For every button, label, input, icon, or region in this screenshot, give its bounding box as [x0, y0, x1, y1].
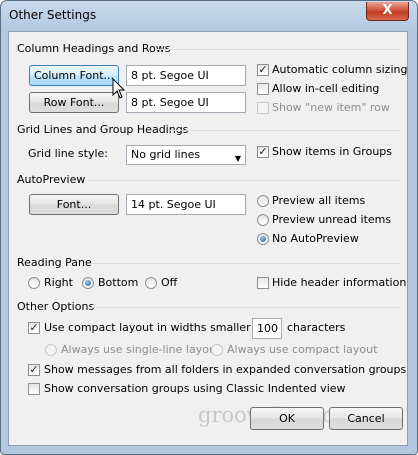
row-font-button[interactable]: Row Font... — [29, 92, 119, 113]
reading-pane-bottom-label: Bottom — [98, 276, 139, 289]
mouse-cursor-icon — [112, 78, 126, 99]
group-autopreview-label: AutoPreview — [17, 173, 86, 186]
group-other-options-label: Other Options — [17, 300, 95, 313]
row-font-field: 8 pt. Segoe UI — [126, 92, 246, 113]
no-autopreview-radio[interactable] — [257, 233, 269, 245]
autopreview-font-button[interactable]: Font... — [29, 194, 119, 215]
cancel-button[interactable]: Cancel — [329, 407, 403, 430]
ok-button[interactable]: OK — [250, 407, 324, 430]
auto-column-sizing-label: Automatic column sizing — [272, 63, 408, 76]
compact-layout-label: Use compact layout in widths smaller tha… — [44, 321, 280, 334]
group-reading-pane-label: Reading Pane — [17, 256, 92, 269]
compact-width-field[interactable]: 100 — [252, 318, 282, 339]
always-compact-radio — [211, 344, 223, 356]
always-single-line-label: Always use single-line layout — [61, 343, 221, 356]
group-grid-lines-label: Grid Lines and Group Headings — [17, 123, 189, 136]
preview-unread-label: Preview unread items — [272, 213, 392, 226]
reading-pane-off-label: Off — [161, 276, 178, 289]
reading-pane-off-radio[interactable] — [145, 277, 157, 289]
close-button[interactable]: X — [366, 2, 409, 21]
group-divider — [88, 180, 400, 181]
title-bar: Other Settings X — [1, 1, 415, 31]
show-new-item-row-checkbox — [257, 102, 269, 114]
grid-line-style-select[interactable]: No grid lines ▼ — [126, 145, 246, 165]
grid-line-style-value: No grid lines — [131, 148, 201, 161]
group-column-headings-label: Column Headings and Rows — [17, 42, 171, 55]
reading-pane-right-radio[interactable] — [28, 277, 40, 289]
always-single-line-radio — [45, 344, 57, 356]
reading-pane-bottom-radio[interactable] — [82, 277, 94, 289]
autopreview-font-field: 14 pt. Segoe UI — [126, 194, 246, 215]
column-font-button[interactable]: Column Font... — [29, 65, 119, 86]
preview-all-radio[interactable] — [257, 195, 269, 207]
group-divider — [155, 49, 400, 50]
grid-line-style-label: Grid line style: — [28, 147, 109, 160]
group-divider — [90, 307, 400, 308]
show-items-in-groups-checkbox[interactable]: ✓ — [257, 146, 269, 158]
classic-indented-label: Show conversation groups using Classic I… — [44, 382, 346, 395]
show-all-folders-label: Show messages from all folders in expand… — [44, 363, 407, 376]
dialog-title: Other Settings — [9, 8, 97, 22]
hide-header-checkbox[interactable] — [257, 277, 269, 289]
chevron-down-icon: ▼ — [234, 154, 241, 163]
classic-indented-checkbox[interactable] — [28, 383, 40, 395]
allow-in-cell-editing-checkbox[interactable] — [257, 83, 269, 95]
preview-unread-radio[interactable] — [257, 214, 269, 226]
compact-layout-checkbox[interactable]: ✓ — [28, 322, 40, 334]
auto-column-sizing-checkbox[interactable]: ✓ — [257, 64, 269, 76]
group-divider — [92, 263, 400, 264]
preview-all-label: Preview all items — [272, 194, 366, 207]
compact-layout-suffix: characters — [287, 321, 346, 334]
group-divider — [170, 130, 400, 131]
show-items-in-groups-label: Show items in Groups — [272, 145, 393, 158]
show-all-folders-checkbox[interactable]: ✓ — [28, 364, 40, 376]
show-new-item-row-label: Show "new item" row — [272, 101, 390, 114]
allow-in-cell-editing-label: Allow in-cell editing — [272, 82, 380, 95]
hide-header-label: Hide header information — [272, 276, 407, 289]
no-autopreview-label: No AutoPreview — [272, 232, 359, 245]
reading-pane-right-label: Right — [44, 276, 73, 289]
always-compact-label: Always use compact layout — [227, 343, 378, 356]
column-font-field: 8 pt. Segoe UI — [126, 65, 246, 86]
